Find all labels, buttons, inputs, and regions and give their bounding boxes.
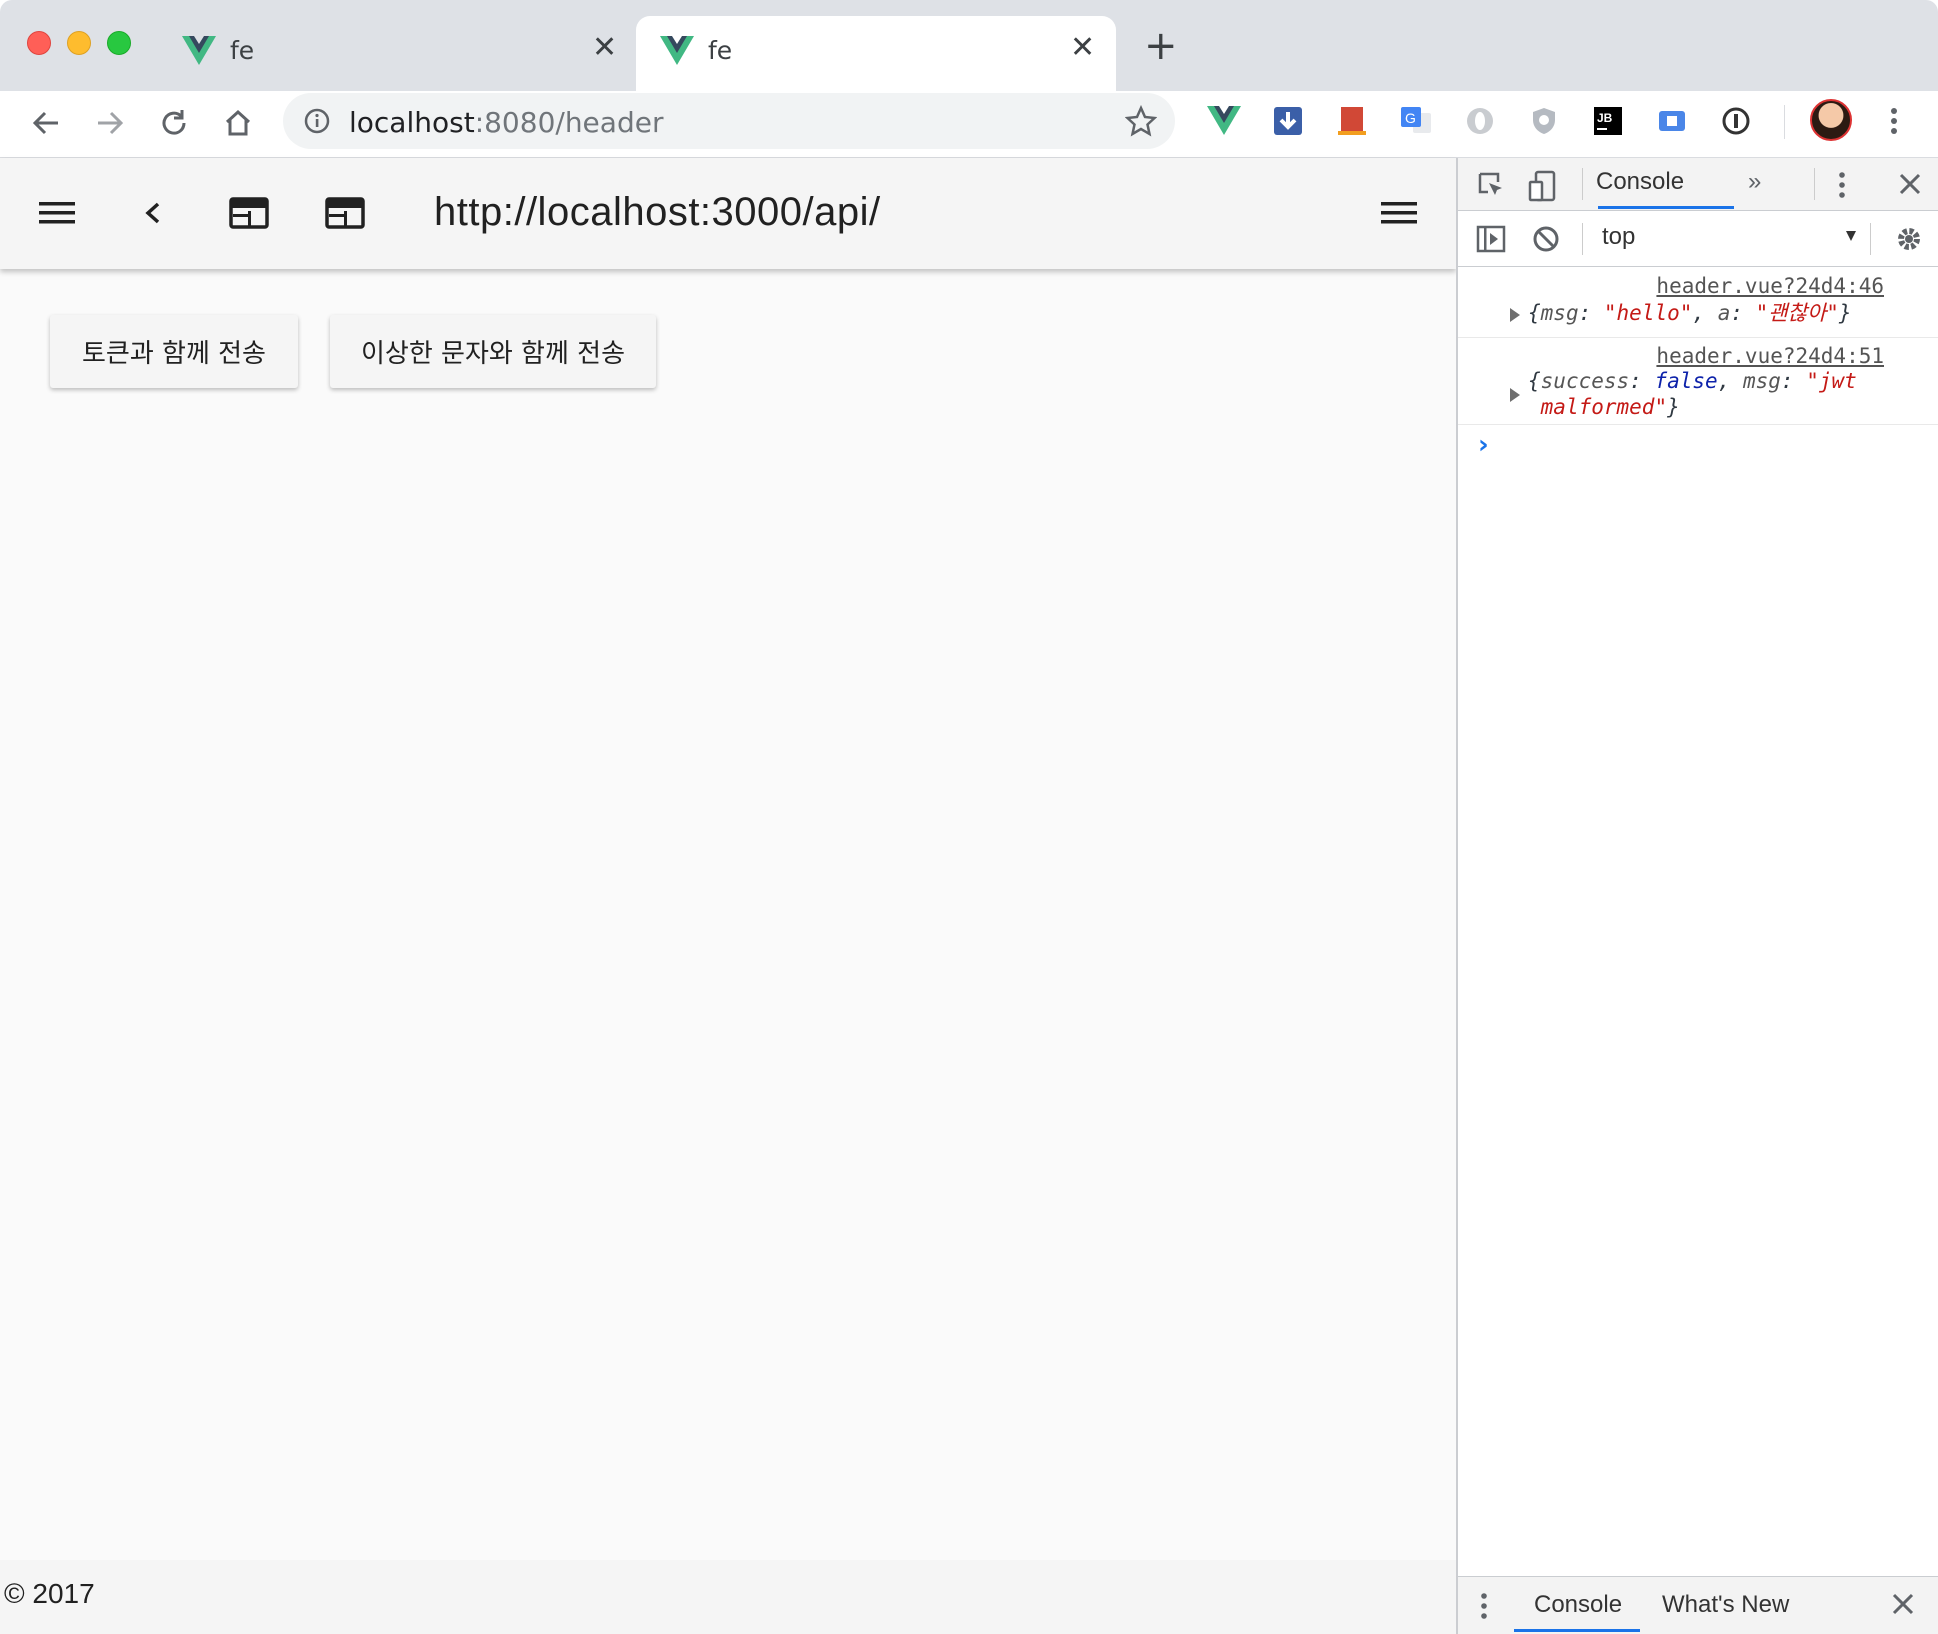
- new-tab-icon[interactable]: +: [1144, 26, 1178, 66]
- url-host: localhost: [349, 106, 475, 139]
- console-toolbar: top: [1458, 211, 1938, 267]
- bookmark-star-icon[interactable]: [1125, 105, 1157, 137]
- tab-title: fe: [230, 36, 255, 65]
- brace: }: [1667, 395, 1680, 419]
- forward-icon[interactable]: [90, 103, 130, 143]
- shield-extension-icon[interactable]: [1524, 101, 1564, 141]
- tab-title: fe: [708, 36, 733, 65]
- footer: © 2017: [0, 1560, 1456, 1634]
- tab-close-icon[interactable]: ✕: [1070, 33, 1095, 63]
- window-close-button[interactable]: [27, 31, 51, 55]
- console-log-entry: header.vue?24d4:46 {msg: "hello", a: "괜찮…: [1458, 268, 1938, 338]
- divider: [1870, 223, 1871, 255]
- console-prompt-icon[interactable]: ›: [1478, 430, 1489, 460]
- vue-logo-icon: [660, 36, 694, 65]
- window-minimize-button[interactable]: [67, 31, 91, 55]
- toolbar-separator: [1784, 105, 1785, 139]
- tab-console[interactable]: Console: [1596, 168, 1684, 196]
- url-path: :8080/header: [474, 106, 664, 139]
- send-with-token-button[interactable]: 토큰과 함께 전송: [50, 315, 298, 388]
- log-key: a: [1717, 301, 1731, 325]
- log-object[interactable]: {success: false, msg: "jwt malformed"}: [1528, 368, 1857, 420]
- browser-tab-2-active[interactable]: fe ✕: [636, 16, 1116, 91]
- clear-console-icon[interactable]: [1532, 225, 1560, 253]
- log-key: msg: [1540, 301, 1579, 325]
- devtools-panel: Console » top header.vue?24d4:46 {msg: "…: [1456, 158, 1938, 1634]
- tab-strip: fe ✕ fe ✕ +: [0, 0, 1938, 91]
- log-key: msg: [1742, 369, 1781, 393]
- device-toolbar-icon[interactable]: [1528, 170, 1558, 202]
- log-key: success: [1540, 369, 1630, 393]
- log-object[interactable]: {msg: "hello", a: "괜찮아"}: [1528, 300, 1852, 326]
- chrome-menu-icon[interactable]: [1874, 101, 1914, 141]
- sidebar-toggle-icon[interactable]: [1476, 225, 1506, 253]
- more-tabs-icon[interactable]: »: [1748, 168, 1761, 196]
- expand-triangle-icon[interactable]: [1510, 388, 1520, 402]
- devtools-menu-icon[interactable]: [1838, 170, 1846, 200]
- menu-icon[interactable]: [38, 194, 76, 232]
- divider: [1582, 223, 1583, 255]
- browser-toolbar: localhost:8080/header G JB: [0, 91, 1938, 158]
- svg-text:JB: JB: [1597, 111, 1613, 125]
- profile-avatar[interactable]: [1810, 99, 1852, 141]
- vue-devtools-extension-icon[interactable]: [1204, 101, 1244, 141]
- active-tab-indicator: [1514, 1629, 1640, 1632]
- brace: {: [1528, 369, 1541, 393]
- page-content: http://localhost:3000/api/ 토큰과 함께 전송 이상한…: [0, 158, 1456, 1634]
- web-layout-icon[interactable]: [228, 194, 270, 232]
- send-with-weird-chars-button[interactable]: 이상한 문자와 함께 전송: [330, 315, 656, 388]
- log-value: "jwt: [1806, 369, 1857, 393]
- log-value: "hello": [1603, 301, 1693, 325]
- jetbrains-extension-icon[interactable]: JB: [1588, 101, 1628, 141]
- chevron-left-icon[interactable]: [140, 194, 166, 232]
- opera-extension-icon[interactable]: [1460, 101, 1500, 141]
- console-log-entry: header.vue?24d4:51 {success: false, msg:…: [1458, 338, 1938, 425]
- back-icon[interactable]: [26, 103, 66, 143]
- log-value: "괜찮아": [1755, 301, 1839, 325]
- close-icon[interactable]: [1896, 170, 1924, 198]
- screen-extension-icon[interactable]: [1652, 101, 1692, 141]
- log-value: malformed": [1540, 395, 1668, 419]
- devtools-drawer: Console What's New: [1458, 1576, 1938, 1634]
- window-maximize-button[interactable]: [107, 31, 131, 55]
- browser-tab-1[interactable]: fe ✕: [182, 16, 622, 91]
- divider: [1814, 168, 1815, 200]
- page-title: http://localhost:3000/api/: [434, 190, 881, 234]
- url-text: localhost:8080/header: [349, 106, 663, 139]
- drawer-tab-console[interactable]: Console: [1534, 1591, 1622, 1619]
- vue-logo-icon: [182, 36, 216, 65]
- app-toolbar: http://localhost:3000/api/: [0, 158, 1456, 269]
- pdf-extension-icon[interactable]: [1332, 101, 1372, 141]
- divider: [1582, 168, 1583, 200]
- devtools-tabbar: Console »: [1458, 158, 1938, 211]
- home-icon[interactable]: [218, 103, 258, 143]
- brace: {: [1528, 301, 1541, 325]
- log-value: false: [1654, 369, 1718, 393]
- gear-icon[interactable]: [1894, 224, 1924, 254]
- google-translate-extension-icon[interactable]: G: [1396, 101, 1436, 141]
- context-selector[interactable]: top: [1602, 223, 1635, 251]
- inspect-element-icon[interactable]: [1476, 170, 1506, 200]
- tab-close-icon[interactable]: ✕: [592, 33, 617, 63]
- log-source-link[interactable]: header.vue?24d4:46: [1656, 274, 1884, 298]
- drawer-menu-icon[interactable]: [1480, 1591, 1488, 1621]
- brace: }: [1838, 301, 1852, 325]
- 1password-extension-icon[interactable]: [1716, 101, 1756, 141]
- menu-icon[interactable]: [1380, 194, 1418, 232]
- close-icon[interactable]: [1890, 1591, 1916, 1617]
- expand-triangle-icon[interactable]: [1510, 308, 1520, 322]
- address-bar[interactable]: localhost:8080/header: [283, 93, 1175, 149]
- reload-icon[interactable]: [154, 103, 194, 143]
- svg-text:G: G: [1405, 110, 1416, 126]
- copyright-text: © 2017: [4, 1578, 95, 1609]
- chevron-down-icon: [1846, 231, 1856, 241]
- site-info-icon[interactable]: [303, 107, 331, 135]
- download-extension-icon[interactable]: [1268, 101, 1308, 141]
- log-source-link[interactable]: header.vue?24d4:51: [1656, 344, 1884, 368]
- drawer-tab-whats-new[interactable]: What's New: [1662, 1591, 1789, 1619]
- active-tab-indicator: [1598, 206, 1734, 209]
- web-layout-icon[interactable]: [324, 194, 366, 232]
